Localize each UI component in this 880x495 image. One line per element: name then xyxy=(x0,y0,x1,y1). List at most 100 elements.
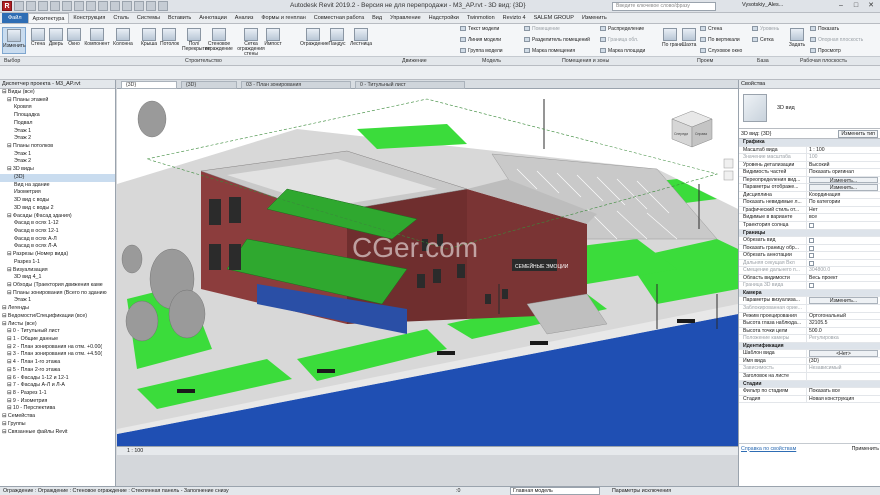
tree-item[interactable]: Этаж 1 xyxy=(0,297,115,305)
ribbon-tab-7[interactable]: Анализ xyxy=(231,13,258,23)
property-value[interactable]: 1 : 100 xyxy=(807,147,880,154)
view-selector-dropdown[interactable]: 3D вид: {3D} xyxy=(741,131,771,137)
tree-item[interactable]: ⊟ Разрезы (Номер вида) xyxy=(0,251,115,259)
properties-help-link[interactable]: Справка по свойствам xyxy=(741,446,796,452)
ribbon-tab-16[interactable]: Изменить xyxy=(578,13,611,23)
maximize-icon[interactable]: □ xyxy=(849,1,863,11)
tree-item[interactable]: Фасад в осях Л-А xyxy=(0,243,115,251)
tree-item[interactable]: ⊟ 3 - План зонирования на отм. +4.50( xyxy=(0,351,115,359)
tree-item[interactable]: Подвал xyxy=(0,120,115,128)
property-value[interactable] xyxy=(807,373,880,380)
exclusion-options[interactable]: Параметры исключения xyxy=(612,488,671,494)
save-icon[interactable] xyxy=(26,1,36,11)
ribbon-tab-14[interactable]: Revizto 4 xyxy=(499,13,530,23)
tree-item[interactable]: ⊟ 1 - Общие данные xyxy=(0,336,115,344)
area-button[interactable]: Распределение xyxy=(600,26,644,32)
view-scale[interactable]: 1 : 100 xyxy=(127,448,143,454)
property-value[interactable]: 500.0 xyxy=(807,328,880,335)
redo-icon[interactable] xyxy=(62,1,72,11)
tree-item[interactable]: ⊟ Обходы (Траектория движения каме xyxy=(0,282,115,290)
ribbon-tab-1[interactable]: Архитектура xyxy=(27,13,70,23)
show-workplane-button[interactable]: Показать xyxy=(810,26,839,32)
ribbon-tab-0[interactable]: Файл xyxy=(2,13,28,23)
build-button-13[interactable]: Лестница xyxy=(350,28,372,47)
property-checkbox[interactable] xyxy=(809,223,814,229)
tree-item[interactable]: Изометрия xyxy=(0,189,115,197)
tree-item[interactable]: Площадка xyxy=(0,112,115,120)
property-value[interactable]: Координация xyxy=(807,192,880,199)
build-button-8[interactable]: Стеновое ограждение xyxy=(205,28,233,52)
property-group[interactable]: Границы xyxy=(739,229,880,238)
user-account[interactable]: Vysotskiy_Ales... xyxy=(742,2,783,8)
room-separator-button[interactable]: Разделитель помещений xyxy=(524,37,590,43)
property-value[interactable]: {3D} xyxy=(807,358,880,365)
property-value[interactable]: По категории xyxy=(807,199,880,206)
vertical-opening-button[interactable]: По вертикали xyxy=(700,37,740,43)
build-button-7[interactable]: Пол/Перекрытие xyxy=(182,28,210,52)
text-icon[interactable] xyxy=(110,1,120,11)
model-line-button[interactable]: Линия модели xyxy=(460,37,501,43)
tree-item[interactable]: Фасад в осях А-Л xyxy=(0,236,115,244)
property-value[interactable]: Новая конструкция xyxy=(807,396,880,403)
ribbon-tab-12[interactable]: Надстройки xyxy=(425,13,463,23)
tab-zoning-plan[interactable]: 03 - План зонирования xyxy=(241,81,351,89)
ribbon-tab-11[interactable]: Управление xyxy=(386,13,425,23)
set-workplane-button[interactable]: Задать xyxy=(788,28,806,48)
property-edit-button[interactable]: Изменить... xyxy=(809,297,878,304)
tree-item[interactable]: 3D вид с воды 2 xyxy=(0,205,115,213)
tree-item[interactable]: ⊟ Планы этажей xyxy=(0,97,115,105)
property-value[interactable]: Нет xyxy=(807,207,880,214)
view-cube[interactable]: Спереди Справа xyxy=(671,110,713,148)
wall-opening-button[interactable]: Стена xyxy=(700,26,722,32)
tree-item[interactable]: Разрез 1-1 xyxy=(0,259,115,267)
active-model-dropdown[interactable]: Главная модель xyxy=(510,487,600,495)
property-edit-button[interactable]: Изменить... xyxy=(809,176,878,184)
apply-button[interactable]: Применить xyxy=(852,446,879,452)
close-icon[interactable]: ✕ xyxy=(864,1,878,11)
tree-item[interactable]: ⊟ 7 - Фасады А-Л и Л-А xyxy=(0,382,115,390)
tree-item[interactable]: Фасад в осях 12-1 xyxy=(0,228,115,236)
ribbon-tab-6[interactable]: Аннотации xyxy=(195,13,231,23)
3d-viewport[interactable]: СЕМЕЙНЫЕ ЭМОЦИИ CGer.com Спереди Справа xyxy=(117,89,738,446)
tree-item[interactable]: ⊟ Виды (все) xyxy=(0,89,115,97)
property-value[interactable]: 32105.5 xyxy=(807,320,880,327)
build-button-11[interactable]: Ограждение xyxy=(300,28,329,47)
tab-3d[interactable]: {3D} xyxy=(181,81,237,89)
ribbon-tab-9[interactable]: Совместная работа xyxy=(310,13,368,23)
tree-item[interactable]: ⊟ Планы потолков xyxy=(0,143,115,151)
build-button-12[interactable]: Пандус xyxy=(328,28,346,47)
property-value[interactable]: Весь проект xyxy=(807,275,880,282)
property-checkbox[interactable] xyxy=(809,245,814,251)
property-value[interactable]: Показать оригинал xyxy=(807,169,880,176)
property-value[interactable]: Ортогональный xyxy=(807,313,880,320)
ribbon-tab-15[interactable]: SALEM GROUP xyxy=(530,13,578,23)
measure-icon[interactable] xyxy=(86,1,96,11)
tree-item[interactable]: ⊟ Визуализация xyxy=(0,267,115,275)
tree-item[interactable]: Фасад в осях 1-12 xyxy=(0,220,115,228)
property-group[interactable]: Стадии xyxy=(739,380,880,389)
tree-item[interactable]: ⊟ 9 - Изометрия xyxy=(0,398,115,406)
property-checkbox[interactable] xyxy=(809,253,814,259)
build-button-4[interactable]: Колонна xyxy=(112,28,134,47)
property-group[interactable]: Камера xyxy=(739,289,880,298)
tree-item[interactable]: {3D} xyxy=(0,173,115,182)
ribbon-tab-13[interactable]: Twinmotion xyxy=(463,13,499,23)
ribbon-tab-8[interactable]: Формы и генплан xyxy=(257,13,309,23)
area-tag-button[interactable]: Марка площади xyxy=(600,48,645,54)
tree-item[interactable]: ⊟ 10 - Перспектива xyxy=(0,405,115,413)
modify-button[interactable]: Изменить xyxy=(2,27,26,54)
tab-3d-active[interactable]: {3D} xyxy=(121,81,177,89)
ribbon-tab-2[interactable]: Конструкция xyxy=(69,13,109,23)
revit-logo-icon[interactable]: R xyxy=(2,1,12,11)
tree-item[interactable]: ⊟ 4 - План 1-го этажа xyxy=(0,359,115,367)
zoom-icon[interactable] xyxy=(723,170,734,181)
tree-item[interactable]: ⊟ 8 - Разрез 1-1 xyxy=(0,390,115,398)
3d-view-icon[interactable] xyxy=(122,1,132,11)
tree-item[interactable]: Этаж 2 xyxy=(0,135,115,143)
open-icon[interactable] xyxy=(14,1,24,11)
opening-by-face-button[interactable]: По грани xyxy=(662,28,683,48)
build-button-10[interactable]: Импост xyxy=(262,28,284,47)
property-group[interactable]: Графика xyxy=(739,139,880,147)
tree-item[interactable]: ⊟ 0 - Титульный лист xyxy=(0,328,115,336)
panel-select-label[interactable]: Выбор xyxy=(4,58,20,64)
